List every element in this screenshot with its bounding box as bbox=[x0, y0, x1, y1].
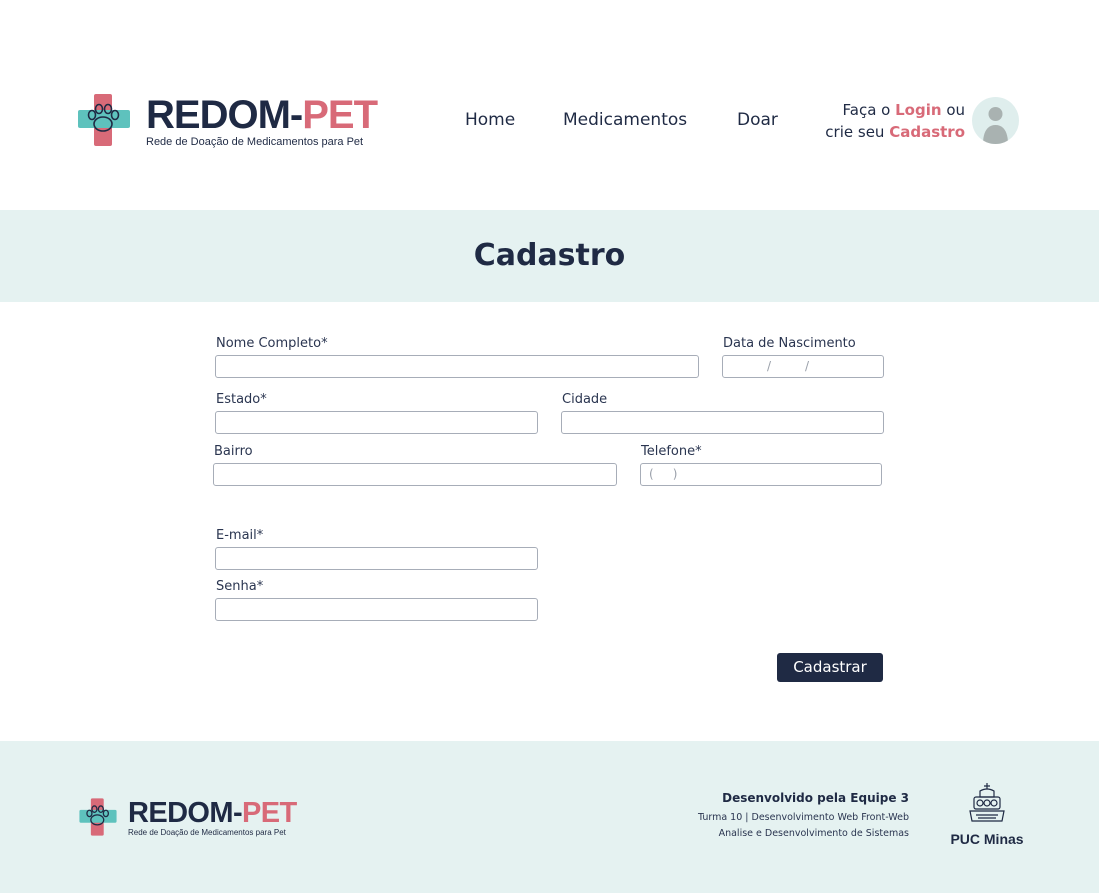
nav-doar[interactable]: Doar bbox=[737, 110, 778, 130]
email-input[interactable] bbox=[215, 547, 538, 570]
date-separator-1: / bbox=[767, 359, 772, 373]
date-separator-2: / bbox=[805, 359, 810, 373]
nav-medicamentos[interactable]: Medicamentos bbox=[563, 110, 687, 130]
site-header: REDOM-PET Rede de Doação de Medicamentos… bbox=[0, 0, 1099, 210]
nascimento-input[interactable]: / / bbox=[722, 355, 884, 378]
nome-input[interactable] bbox=[215, 355, 699, 378]
telefone-label: Telefone* bbox=[641, 444, 702, 459]
auth-links: Faça o Login ou crie seu Cadastro bbox=[825, 101, 965, 141]
cidade-input[interactable] bbox=[561, 411, 884, 434]
estado-label: Estado* bbox=[216, 392, 267, 407]
credits-title: Desenvolvido pela Equipe 3 bbox=[722, 791, 909, 805]
bairro-input[interactable] bbox=[213, 463, 617, 486]
email-label: E-mail* bbox=[216, 528, 264, 543]
user-avatar-icon[interactable] bbox=[972, 97, 1019, 144]
title-band: Cadastro bbox=[0, 210, 1099, 302]
footer-credits: Desenvolvido pela Equipe 3 Turma 10 | De… bbox=[698, 791, 909, 842]
paw-cross-icon bbox=[76, 92, 132, 148]
page-title: Cadastro bbox=[473, 238, 626, 273]
estado-input[interactable] bbox=[215, 411, 538, 434]
nome-label: Nome Completo* bbox=[216, 336, 328, 351]
brand-tagline: Rede de Doação de Medicamentos para Pet bbox=[146, 136, 364, 148]
cadastrar-button[interactable]: Cadastrar bbox=[777, 653, 883, 682]
footer-logo[interactable]: REDOM-PET Rede de Doação de Medicamentos… bbox=[78, 797, 297, 841]
telefone-mask: ( ) bbox=[649, 467, 678, 481]
nascimento-label: Data de Nascimento bbox=[723, 336, 856, 351]
nav-home[interactable]: Home bbox=[465, 110, 515, 130]
senha-input[interactable] bbox=[215, 598, 538, 621]
credits-line2: Analise e Desenvolvimento de Sistemas bbox=[718, 828, 909, 839]
brand-name: REDOM-PET bbox=[146, 93, 378, 137]
paw-cross-icon bbox=[78, 797, 118, 841]
login-link[interactable]: Login bbox=[895, 101, 941, 119]
header-logo[interactable]: REDOM-PET Rede de Doação de Medicamentos… bbox=[76, 92, 378, 148]
university-name: PUC Minas bbox=[950, 831, 1024, 847]
credits-line1: Turma 10 | Desenvolvimento Web Front-Web bbox=[697, 812, 909, 823]
site-footer: REDOM-PET Rede de Doação de Medicamentos… bbox=[0, 741, 1099, 893]
telefone-input[interactable]: ( ) bbox=[640, 463, 882, 486]
footer-brand-tagline: Rede de Doação de Medicamentos para Pet bbox=[128, 828, 286, 837]
cadastro-link[interactable]: Cadastro bbox=[889, 123, 965, 141]
puc-minas-logo: PUC Minas bbox=[950, 781, 1024, 847]
bairro-label: Bairro bbox=[214, 444, 253, 459]
cidade-label: Cidade bbox=[562, 392, 608, 407]
senha-label: Senha* bbox=[216, 579, 264, 594]
footer-brand-name: REDOM-PET bbox=[128, 797, 297, 829]
puc-crest-icon bbox=[969, 783, 1005, 822]
